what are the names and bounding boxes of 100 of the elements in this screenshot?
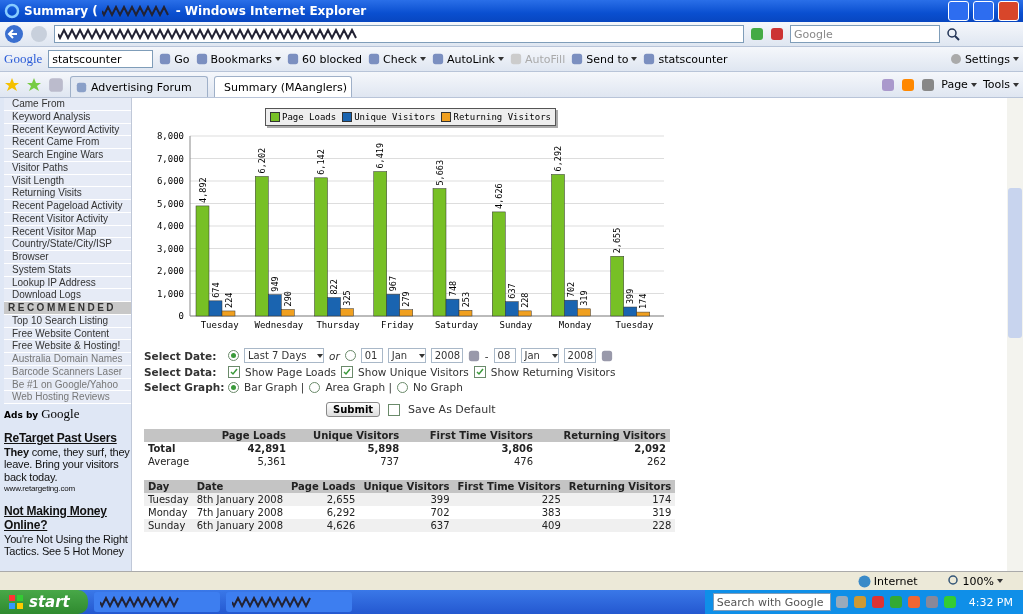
caret-icon bbox=[1013, 82, 1019, 87]
radio-button[interactable] bbox=[228, 381, 239, 393]
value-label: 6,292 bbox=[553, 145, 563, 172]
value-label: 174 bbox=[638, 293, 649, 310]
toolbar-button[interactable]: 60 blocked bbox=[287, 52, 363, 66]
axis-tick-label: 4,000 bbox=[156, 221, 184, 231]
favorites-star-icon[interactable] bbox=[4, 76, 20, 93]
browser-tab[interactable]: Summary (MAanglers) bbox=[214, 76, 352, 97]
category-label: Monday bbox=[558, 320, 592, 330]
legend-label: Page Loads bbox=[282, 112, 337, 122]
browser-tab[interactable]: Advertising Forum bbox=[70, 76, 208, 97]
ad-text: They come, they surf, they leave. Bring your visitors back today. bbox=[4, 445, 131, 484]
range-dropdown[interactable]: Last 7 Days bbox=[244, 348, 324, 363]
value-label: 6,202 bbox=[256, 147, 267, 174]
radio-button[interactable] bbox=[228, 350, 239, 361]
close-button[interactable] bbox=[998, 1, 1019, 21]
checkbox[interactable] bbox=[388, 403, 401, 416]
toolbar-button[interactable]: AutoLink bbox=[431, 52, 504, 66]
search-field[interactable]: Google bbox=[790, 25, 940, 43]
search-icon[interactable] bbox=[946, 27, 960, 41]
submit-button[interactable]: Submit bbox=[326, 402, 381, 417]
toolbar-button[interactable]: Check bbox=[368, 52, 426, 66]
taskbar-search-field[interactable]: Search with Google bbox=[712, 593, 831, 611]
column-header: Returning Visitors bbox=[537, 429, 670, 442]
taskbar-button[interactable] bbox=[226, 592, 352, 612]
value-label: 5,663 bbox=[434, 160, 445, 186]
table-cell-text: 5,361 bbox=[256, 455, 287, 468]
sidebar-link[interactable]: Download Logs bbox=[4, 289, 131, 302]
back-icon[interactable] bbox=[4, 24, 24, 44]
settings-button[interactable]: Settings bbox=[949, 52, 1019, 66]
column-header: Unique Visitors bbox=[359, 480, 454, 493]
ad-url[interactable]: www.retargeting.com bbox=[4, 483, 131, 493]
command-button[interactable]: Page bbox=[941, 78, 977, 91]
sidebar-link[interactable]: Web Hosting Reviews bbox=[4, 391, 131, 404]
year-field[interactable]: 2008 bbox=[563, 348, 596, 363]
legend-swatch bbox=[342, 112, 353, 122]
sidebar-link[interactable]: Returning Visits bbox=[4, 187, 131, 200]
column-header: First Time Visitors bbox=[453, 480, 565, 493]
window-title-suffix: - Windows Internet Explorer bbox=[175, 4, 367, 18]
column-header: Page Loads bbox=[203, 429, 290, 442]
value-label: 967 bbox=[388, 275, 399, 292]
start-button[interactable]: start bbox=[0, 590, 88, 614]
axis-tick-label: 0 bbox=[178, 311, 184, 321]
sidebar-link[interactable]: Free Website & Hosting! bbox=[4, 340, 131, 353]
sidebar-link[interactable]: Browser bbox=[4, 251, 131, 264]
toolbar-button[interactable]: Send to bbox=[571, 52, 638, 66]
zoom-icon bbox=[947, 575, 960, 587]
radio-button[interactable] bbox=[309, 381, 321, 393]
ad-title[interactable]: ReTarget Past Users bbox=[4, 432, 131, 446]
table-cell: Total bbox=[144, 442, 203, 455]
column-header: Day bbox=[144, 480, 193, 493]
zoom-button[interactable]: 100% bbox=[947, 574, 1003, 588]
minimize-button[interactable] bbox=[948, 1, 969, 21]
radio-button[interactable] bbox=[396, 381, 408, 393]
sidebar-link[interactable]: Search Engine Wars bbox=[4, 149, 131, 162]
table-cell: 3,806 bbox=[403, 442, 537, 455]
radio-button[interactable] bbox=[344, 350, 356, 361]
table-cell: 228 bbox=[564, 519, 676, 532]
table-cell: 42,891 bbox=[203, 442, 290, 455]
sidebar-link[interactable]: Came From bbox=[4, 98, 131, 111]
dash-label: - bbox=[484, 349, 489, 362]
caret-icon bbox=[419, 57, 426, 61]
table-header bbox=[144, 429, 174, 442]
value-label: 325 bbox=[342, 290, 352, 306]
sidebar-link[interactable]: Recent Came From bbox=[4, 136, 131, 149]
taskbar-button[interactable] bbox=[94, 592, 220, 612]
toolbar-search-field[interactable]: statscounter bbox=[48, 50, 154, 68]
ad-title[interactable]: Not Making Money Online? bbox=[4, 504, 131, 533]
table-cell: 5,898 bbox=[290, 442, 404, 455]
year-field[interactable]: 2008 bbox=[430, 348, 463, 363]
table-cell: 637 bbox=[359, 519, 454, 532]
month-dropdown[interactable]: Jan bbox=[520, 348, 559, 363]
checkbox[interactable] bbox=[473, 366, 486, 378]
command-button[interactable]: Tools bbox=[982, 78, 1019, 91]
checkbox[interactable] bbox=[228, 366, 240, 378]
table-cell-text: 737 bbox=[379, 455, 401, 468]
scrollbar[interactable] bbox=[1007, 98, 1023, 571]
checkbox[interactable] bbox=[341, 366, 354, 378]
address-field[interactable] bbox=[54, 25, 744, 43]
option-label: Show Page Loads bbox=[245, 366, 337, 378]
sidebar-link[interactable]: Country/State/City/ISP bbox=[4, 238, 131, 251]
table-cell-text: 476 bbox=[512, 455, 534, 468]
field-label: Select Date: bbox=[144, 349, 218, 362]
toolbar-button[interactable]: statscounter bbox=[643, 52, 728, 66]
day-field[interactable]: 08 bbox=[493, 348, 516, 363]
table-cell: 383 bbox=[453, 506, 565, 519]
legend-label: Unique Visitors bbox=[354, 112, 436, 122]
value-label: 253 bbox=[460, 291, 471, 308]
caret-icon bbox=[498, 57, 504, 61]
maximize-button[interactable] bbox=[973, 1, 994, 21]
sidebar-link[interactable]: Australia Domain Names bbox=[4, 353, 131, 366]
toolbar-button[interactable]: Bookmarks bbox=[195, 52, 281, 66]
toolbar-button[interactable]: Go bbox=[159, 52, 190, 66]
month-dropdown[interactable]: Jan bbox=[387, 348, 426, 363]
axis-tick-label: 1,000 bbox=[156, 288, 184, 299]
day-field[interactable]: 01 bbox=[360, 348, 383, 363]
sidebar-link[interactable]: Recent Pageload Activity bbox=[4, 200, 131, 213]
column-header: Unique Visitors bbox=[290, 429, 404, 442]
table-cell-text: Average bbox=[147, 455, 191, 468]
ad-text: You're Not Using the Right Tactics. See 5 Hot Money bbox=[4, 532, 129, 558]
